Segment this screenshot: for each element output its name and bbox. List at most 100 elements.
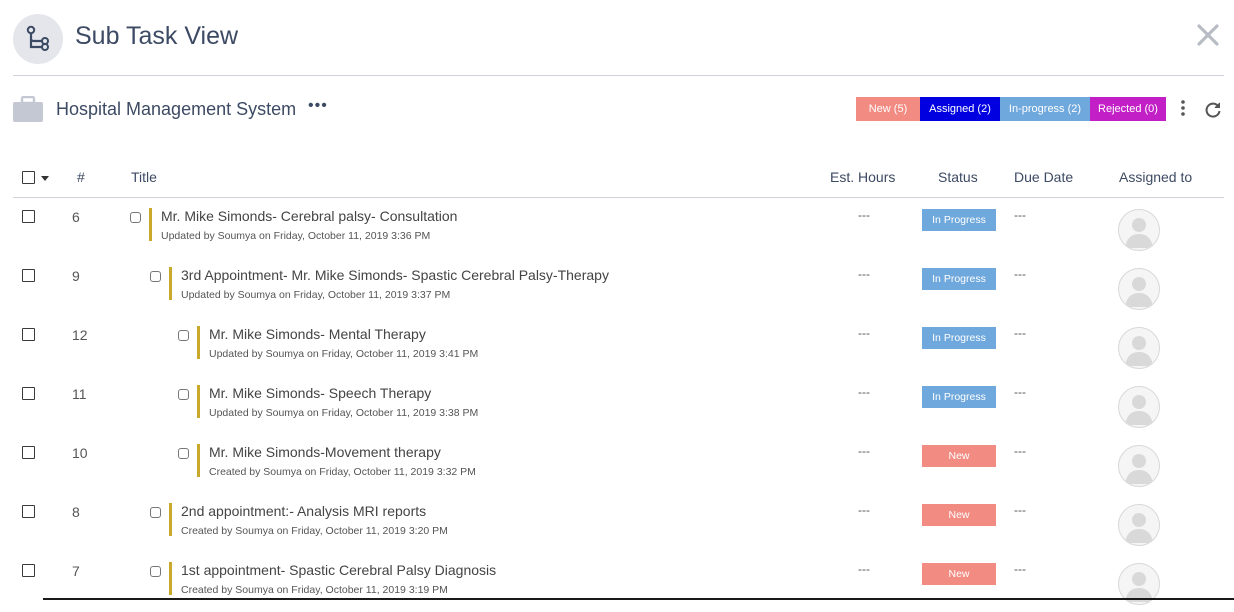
badge-assigned[interactable]: Assigned (2) (920, 97, 1000, 121)
est-hours: --- (858, 562, 870, 576)
priority-bar (197, 326, 200, 359)
task-title[interactable]: Mr. Mike Simonds-Movement therapy (209, 444, 441, 460)
due-date: --- (1014, 385, 1026, 399)
due-date: --- (1014, 562, 1026, 576)
row-checkbox[interactable] (22, 564, 35, 577)
row-checkbox[interactable] (22, 505, 35, 518)
column-number: # (77, 169, 85, 185)
expand-toggle-icon[interactable] (178, 330, 189, 341)
column-due-date[interactable]: Due Date (1014, 169, 1073, 185)
project-more-button[interactable]: ••• (308, 97, 328, 115)
badge-rejected[interactable]: Rejected (0) (1090, 97, 1166, 121)
priority-bar (169, 267, 172, 300)
task-number: 8 (72, 504, 80, 520)
due-date: --- (1014, 326, 1026, 340)
task-number: 9 (72, 268, 80, 284)
est-hours: --- (858, 385, 870, 399)
column-est-hours[interactable]: Est. Hours (830, 169, 895, 185)
avatar[interactable] (1118, 445, 1160, 487)
priority-bar (197, 385, 200, 418)
project-name: Hospital Management System (56, 99, 297, 119)
row-checkbox[interactable] (22, 387, 35, 400)
subtask-icon (13, 14, 63, 64)
table-row[interactable]: 8 2nd appointment:- Analysis MRI reports C… (0, 494, 1234, 553)
table-row[interactable]: 6 Mr. Mike Simonds- Cerebral palsy- Consu… (0, 199, 1234, 258)
task-number: 7 (72, 563, 80, 579)
table-row[interactable]: 9 3rd Appointment- Mr. Mike Simonds- Spas… (0, 258, 1234, 317)
task-meta: Updated by Soumya on Friday, October 11,… (209, 348, 479, 360)
due-date: --- (1014, 503, 1026, 517)
table-row[interactable]: 7 1st appointment- Spastic Cerebral Palsy… (0, 553, 1234, 612)
page-title: Sub Task View (75, 22, 239, 50)
est-hours: --- (858, 503, 870, 517)
status-badge[interactable]: New (922, 504, 996, 526)
due-date: --- (1014, 444, 1026, 458)
avatar[interactable] (1118, 268, 1160, 310)
status-badge[interactable]: New (922, 445, 996, 467)
task-meta: Created by Soumya on Friday, October 11,… (181, 525, 448, 537)
task-title[interactable]: 3rd Appointment- Mr. Mike Simonds- Spast… (181, 267, 609, 283)
badge-in-progress[interactable]: In-progress (2) (1000, 97, 1090, 121)
priority-bar (169, 503, 172, 536)
task-meta: Updated by Soumya on Friday, October 11,… (181, 289, 451, 301)
priority-bar (197, 444, 200, 477)
task-number: 10 (72, 445, 88, 461)
due-date: --- (1014, 208, 1026, 222)
project-bar: Hospital Management System ••• New (5) A… (0, 90, 1234, 130)
task-meta: Created by Soumya on Friday, October 11,… (209, 466, 476, 478)
status-badge[interactable]: In Progress (922, 268, 996, 290)
column-status[interactable]: Status (938, 169, 978, 185)
row-checkbox[interactable] (22, 328, 35, 341)
task-meta: Created by Soumya on Friday, October 11,… (181, 584, 448, 596)
due-date: --- (1014, 267, 1026, 281)
est-hours: --- (858, 444, 870, 458)
status-badge[interactable]: In Progress (922, 209, 996, 231)
column-title[interactable]: Title (131, 169, 157, 185)
chevron-down-icon[interactable] (41, 176, 49, 181)
expand-toggle-icon[interactable] (150, 507, 161, 518)
expand-toggle-icon[interactable] (150, 566, 161, 577)
table-row[interactable]: 11 Mr. Mike Simonds- Speech Therapy Update… (0, 376, 1234, 435)
close-icon[interactable] (1196, 23, 1220, 47)
kebab-icon[interactable] (1180, 100, 1186, 121)
est-hours: --- (858, 267, 870, 281)
header: Sub Task View (0, 0, 1234, 76)
expand-toggle-icon[interactable] (178, 448, 189, 459)
table-row[interactable]: 10 Mr. Mike Simonds-Movement therapy Creat… (0, 435, 1234, 494)
row-checkbox[interactable] (22, 446, 35, 459)
task-title[interactable]: 1st appointment- Spastic Cerebral Palsy … (181, 562, 496, 578)
avatar[interactable] (1118, 327, 1160, 369)
header-divider (13, 75, 1224, 76)
priority-bar (169, 562, 172, 595)
select-all-checkbox[interactable] (22, 171, 35, 184)
refresh-icon[interactable] (1204, 101, 1222, 124)
avatar[interactable] (1118, 209, 1160, 251)
status-badge[interactable]: In Progress (922, 386, 996, 408)
briefcase-icon (13, 95, 43, 127)
task-title[interactable]: Mr. Mike Simonds- Speech Therapy (209, 385, 431, 401)
avatar[interactable] (1118, 504, 1160, 546)
expand-toggle-icon[interactable] (150, 271, 161, 282)
task-title[interactable]: Mr. Mike Simonds- Mental Therapy (209, 326, 426, 342)
status-badge[interactable]: In Progress (922, 327, 996, 349)
column-assigned-to[interactable]: Assigned to (1119, 169, 1192, 185)
task-number: 11 (72, 386, 87, 402)
task-title[interactable]: 2nd appointment:- Analysis MRI reports (181, 503, 426, 519)
task-number: 6 (72, 209, 80, 225)
status-filter-badges: New (5) Assigned (2) In-progress (2) Rej… (856, 97, 1166, 121)
task-title[interactable]: Mr. Mike Simonds- Cerebral palsy- Consul… (161, 208, 457, 224)
expand-toggle-icon[interactable] (130, 212, 141, 223)
table-header-divider (13, 197, 1224, 198)
task-meta: Updated by Soumya on Friday, October 11,… (161, 230, 431, 242)
expand-toggle-icon[interactable] (178, 389, 189, 400)
row-checkbox[interactable] (22, 210, 35, 223)
table-row[interactable]: 12 Mr. Mike Simonds- Mental Therapy Update… (0, 317, 1234, 376)
task-number: 12 (72, 327, 88, 343)
est-hours: --- (858, 208, 870, 222)
status-badge[interactable]: New (922, 563, 996, 585)
badge-new[interactable]: New (5) (856, 97, 920, 121)
row-checkbox[interactable] (22, 269, 35, 282)
priority-bar (149, 208, 152, 241)
avatar[interactable] (1118, 386, 1160, 428)
est-hours: --- (858, 326, 870, 340)
